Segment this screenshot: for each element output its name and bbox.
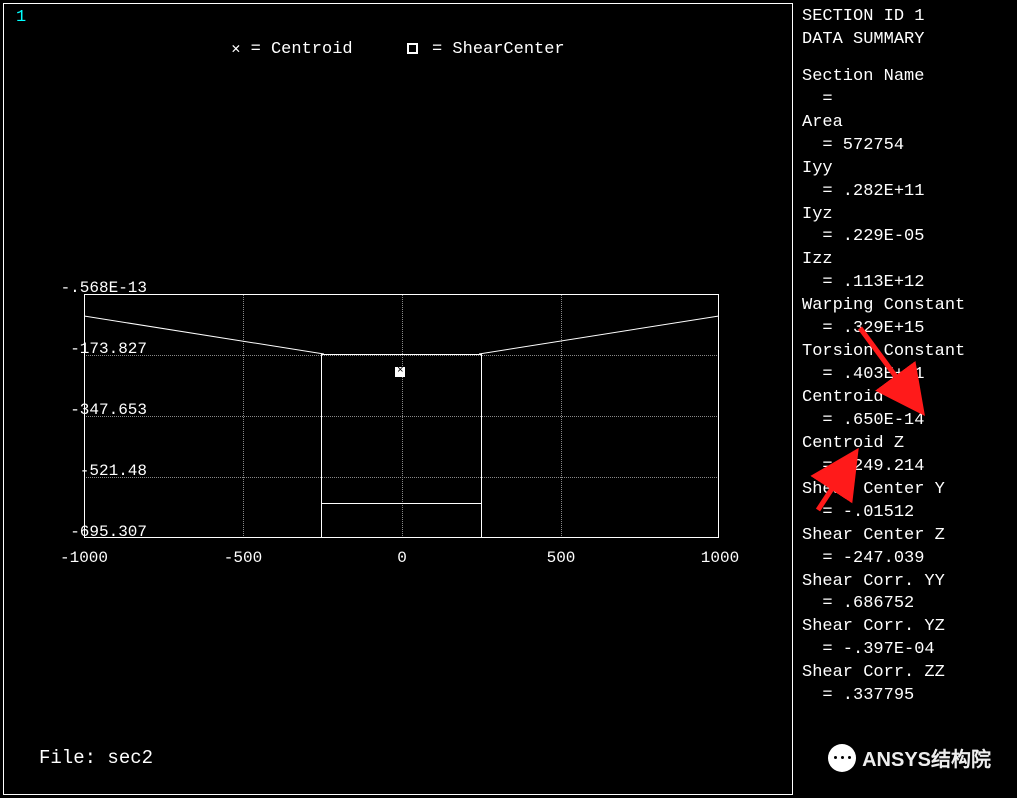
viewport-number: 1 bbox=[16, 8, 26, 27]
entry-value: = .229E-05 bbox=[802, 226, 1017, 249]
x-marker-icon: ✕ bbox=[231, 41, 240, 58]
plot-legend: ✕ = Centroid = ShearCenter bbox=[4, 39, 792, 59]
section-web-right bbox=[481, 354, 482, 538]
x-tick-label: 0 bbox=[362, 549, 442, 567]
entry-value: = 572754 bbox=[802, 135, 1017, 158]
shear-center-marker-icon bbox=[395, 367, 405, 377]
summary-title-2: DATA SUMMARY bbox=[802, 29, 1017, 52]
section-wing-right bbox=[479, 294, 719, 354]
entry-value: = -249.214 bbox=[802, 456, 1017, 479]
section-inner-bottom bbox=[321, 503, 481, 504]
entry-label: Centroid Z bbox=[802, 433, 1017, 456]
summary-title-1: SECTION ID 1 bbox=[802, 6, 1017, 29]
entry-value: = -247.039 bbox=[802, 548, 1017, 571]
entry-label: Centroid Y bbox=[802, 387, 1017, 410]
summary-entry: Warping Constant = .329E+15 bbox=[802, 295, 1017, 341]
summary-entries: Section Name = Area = 572754Iyy = .282E+… bbox=[802, 66, 1017, 708]
summary-entry: Centroid Y = .650E-14 bbox=[802, 387, 1017, 433]
summary-entry: Iyz = .229E-05 bbox=[802, 204, 1017, 250]
entry-label: Shear Corr. YZ bbox=[802, 616, 1017, 639]
entry-label: Iyy bbox=[802, 158, 1017, 181]
legend-shear-label: = ShearCenter bbox=[432, 40, 565, 59]
entry-label: Area bbox=[802, 112, 1017, 135]
entry-label: Torsion Constant bbox=[802, 341, 1017, 364]
entry-label: Izz bbox=[802, 249, 1017, 272]
plot-viewport: 1 ✕ = Centroid = ShearCenter -.568E-13 -… bbox=[3, 3, 793, 795]
summary-entry: Shear Corr. ZZ = .337795 bbox=[802, 662, 1017, 708]
entry-label: Shear Corr. ZZ bbox=[802, 662, 1017, 685]
entry-label: Iyz bbox=[802, 204, 1017, 227]
entry-value: = .650E-14 bbox=[802, 410, 1017, 433]
entry-value: = .329E+15 bbox=[802, 318, 1017, 341]
entry-label: Shear Center Z bbox=[802, 525, 1017, 548]
legend-centroid-label: = Centroid bbox=[251, 40, 353, 59]
section-top-inner bbox=[321, 354, 481, 355]
summary-entry: Area = 572754 bbox=[802, 112, 1017, 158]
section-plot bbox=[84, 294, 719, 538]
legend-centroid: ✕ = Centroid bbox=[231, 39, 352, 59]
entry-value: = -.397E-04 bbox=[802, 639, 1017, 662]
summary-entry: Shear Center Z = -247.039 bbox=[802, 525, 1017, 571]
file-label: File: sec2 bbox=[39, 747, 153, 769]
entry-value: = .113E+12 bbox=[802, 272, 1017, 295]
summary-entry: Iyy = .282E+11 bbox=[802, 158, 1017, 204]
x-tick-label: -1000 bbox=[44, 549, 124, 567]
entry-value: = .337795 bbox=[802, 685, 1017, 708]
entry-value: = .403E+11 bbox=[802, 364, 1017, 387]
entry-value: = bbox=[802, 89, 1017, 112]
legend-shear: = ShearCenter bbox=[407, 40, 565, 59]
data-summary-panel: SECTION ID 1 DATA SUMMARY Section Name =… bbox=[802, 6, 1017, 708]
entry-value: = -.01512 bbox=[802, 502, 1017, 525]
entry-label: Section Name bbox=[802, 66, 1017, 89]
section-web-left bbox=[321, 354, 322, 538]
section-wing-left bbox=[84, 294, 324, 354]
entry-value: = .282E+11 bbox=[802, 181, 1017, 204]
summary-entry: Centroid Z = -249.214 bbox=[802, 433, 1017, 479]
summary-header: SECTION ID 1 DATA SUMMARY bbox=[802, 6, 1017, 52]
entry-value: = .686752 bbox=[802, 593, 1017, 616]
x-tick-label: 1000 bbox=[680, 549, 760, 567]
summary-entry: Shear Center Y = -.01512 bbox=[802, 479, 1017, 525]
x-tick-label: 500 bbox=[521, 549, 601, 567]
summary-entry: Shear Corr. YZ = -.397E-04 bbox=[802, 616, 1017, 662]
summary-entry: Section Name = bbox=[802, 66, 1017, 112]
watermark-text: ANSYS结构院 bbox=[862, 743, 991, 772]
entry-label: Shear Corr. YY bbox=[802, 571, 1017, 594]
entry-label: Warping Constant bbox=[802, 295, 1017, 318]
entry-label: Shear Center Y bbox=[802, 479, 1017, 502]
watermark: ANSYS结构院 bbox=[820, 739, 999, 776]
wechat-icon bbox=[828, 744, 856, 772]
x-tick-label: -500 bbox=[203, 549, 283, 567]
summary-entry: Izz = .113E+12 bbox=[802, 249, 1017, 295]
summary-entry: Shear Corr. YY = .686752 bbox=[802, 571, 1017, 617]
summary-entry: Torsion Constant = .403E+11 bbox=[802, 341, 1017, 387]
square-marker-icon bbox=[407, 43, 418, 54]
